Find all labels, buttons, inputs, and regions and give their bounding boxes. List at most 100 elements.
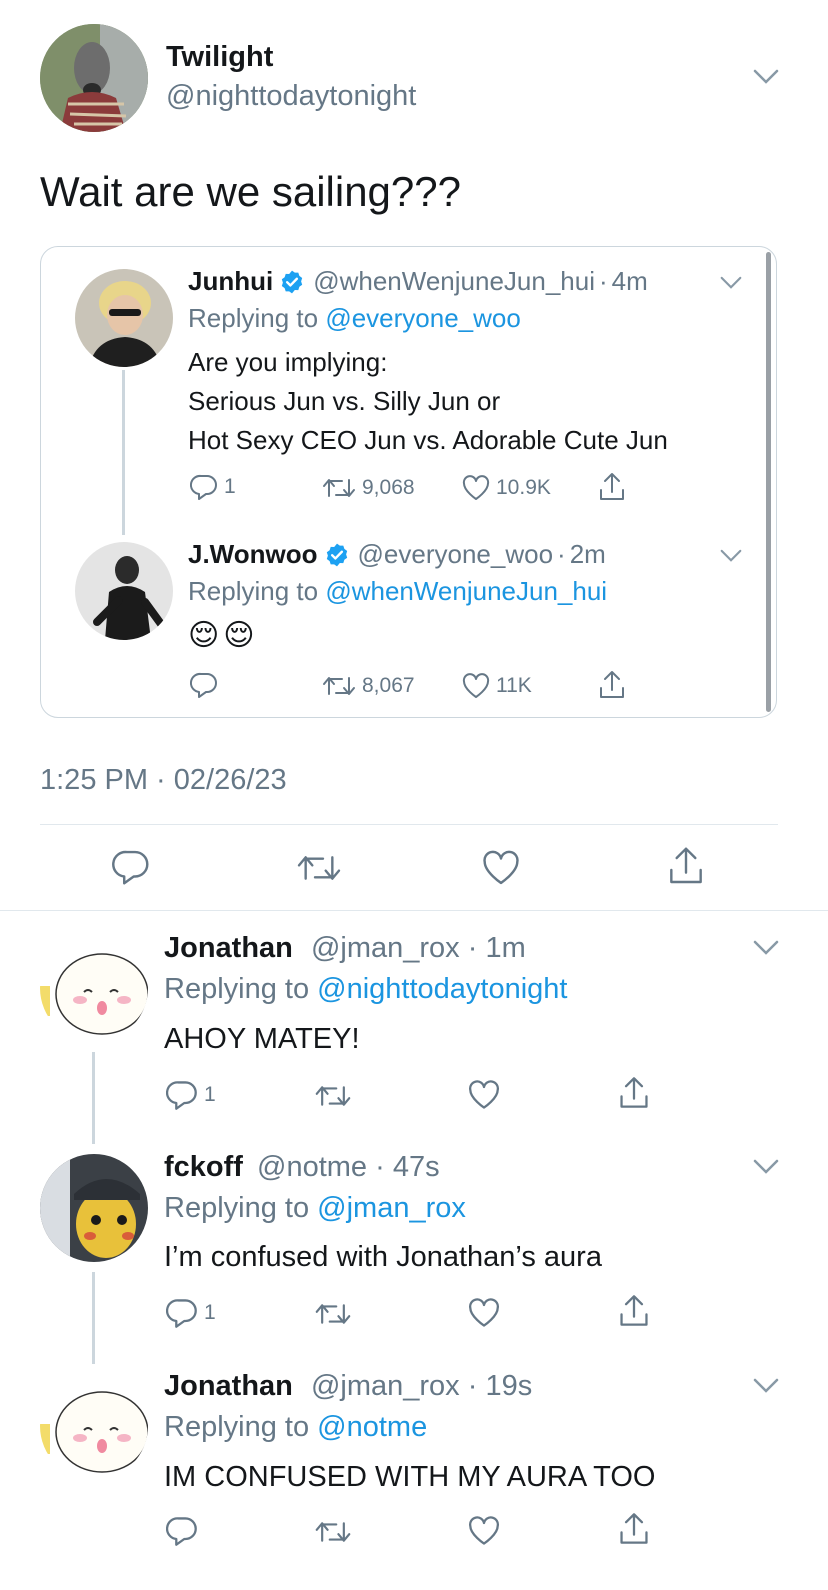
- reply3-handle[interactable]: @jman_rox: [311, 1370, 460, 1402]
- quote-thread-line: [122, 370, 125, 535]
- junhui-text-line-1: Are you implying:: [188, 347, 388, 377]
- chevron-down-icon: [720, 549, 742, 562]
- junhui-share-button[interactable]: [598, 472, 626, 502]
- reply3-retweet-button[interactable]: [314, 1519, 352, 1545]
- share-icon: [670, 847, 702, 884]
- junhui-display-name[interactable]: Junhui: [188, 266, 273, 297]
- reply-icon: [190, 474, 217, 500]
- like-icon: [483, 850, 519, 885]
- reply2-share-button[interactable]: [618, 1294, 650, 1328]
- junhui-retweet-count: 9,068: [362, 476, 415, 499]
- replying-prefix: Replying to: [164, 1411, 310, 1443]
- main-display-name[interactable]: Twilight: [166, 41, 273, 74]
- reply2-retweet-button[interactable]: [314, 1301, 352, 1327]
- junhui-like-button[interactable]: 10.9K: [462, 475, 551, 501]
- reply3-dot: ·: [459, 1370, 486, 1402]
- card-scroll-indicator: [766, 252, 771, 712]
- like-icon: [462, 475, 490, 500]
- replying-prefix: Replying to: [188, 576, 319, 606]
- jwonwoo-more-chevron[interactable]: [720, 549, 746, 565]
- reply3-more-chevron[interactable]: [753, 1378, 779, 1394]
- jwonwoo-dot: ·: [557, 539, 566, 569]
- replying-prefix: Replying to: [164, 1192, 310, 1224]
- jwonwoo-like-button[interactable]: 11K: [462, 673, 532, 699]
- avatar-jonathan-1[interactable]: [40, 934, 148, 1042]
- reply3-display-name[interactable]: Jonathan: [164, 1370, 293, 1402]
- main-like-button[interactable]: [482, 850, 520, 886]
- main-retweet-button[interactable]: [296, 852, 342, 884]
- cartoon-avatar-image: [40, 1372, 148, 1480]
- reply1-retweet-button[interactable]: [314, 1083, 352, 1109]
- junhui-header: Junhui @whenWenjuneJun_hui · 4m: [188, 266, 648, 297]
- share-icon: [600, 671, 624, 698]
- replying-to-link[interactable]: @everyone_woo: [325, 303, 521, 333]
- reply2-display-name[interactable]: fckoff: [164, 1151, 243, 1183]
- replying-prefix: Replying to: [188, 303, 319, 333]
- share-icon: [620, 1513, 648, 1544]
- reply2-time[interactable]: 47s: [393, 1151, 440, 1183]
- reply3-time[interactable]: 19s: [485, 1370, 532, 1402]
- replying-to-link[interactable]: @jman_rox: [317, 1192, 466, 1224]
- retweet-icon: [315, 1522, 351, 1542]
- junhui-retweet-button[interactable]: 9,068: [322, 476, 415, 500]
- chevron-down-icon: [753, 69, 779, 84]
- junhui-handle[interactable]: @whenWenjuneJun_hui: [313, 266, 595, 297]
- reply1-text: AHOY MATEY!: [164, 1023, 360, 1055]
- junhui-text-line-3: Hot Sexy CEO Jun vs. Adorable Cute Jun: [188, 425, 668, 455]
- retweet-icon: [315, 1304, 351, 1324]
- reply-thread-line-1: [92, 1052, 95, 1144]
- junhui-more-chevron[interactable]: [720, 276, 746, 292]
- reply3-like-button[interactable]: [468, 1516, 500, 1546]
- jwonwoo-share-button[interactable]: [598, 670, 626, 700]
- reply1-share-button[interactable]: [618, 1076, 650, 1110]
- main-more-chevron[interactable]: [753, 69, 779, 85]
- reply1-reply-button[interactable]: 1: [166, 1080, 216, 1110]
- avatar-jwonwoo[interactable]: [75, 542, 173, 640]
- replying-to-link[interactable]: @whenWenjuneJun_hui: [325, 576, 607, 606]
- reply3-reply-button[interactable]: [166, 1516, 204, 1546]
- chevron-down-icon: [753, 1378, 779, 1393]
- jwonwoo-handle[interactable]: @everyone_woo: [358, 539, 554, 570]
- junhui-reply-button[interactable]: 1: [190, 474, 236, 500]
- main-reply-button[interactable]: [112, 849, 150, 885]
- avatar-junhui[interactable]: [75, 269, 173, 367]
- reply1-time[interactable]: 1m: [485, 932, 525, 964]
- reply1-header: Jonathan @jman_rox · 1m: [164, 932, 526, 965]
- jwonwoo-display-name[interactable]: J.Wonwoo: [188, 539, 318, 570]
- retweet-icon: [323, 677, 355, 695]
- avatar-fckoff[interactable]: [40, 1154, 148, 1262]
- verified-badge-icon: [282, 270, 303, 293]
- reply1-dot: ·: [459, 932, 486, 964]
- avatar-jonathan-2[interactable]: [40, 1372, 148, 1480]
- reply1-like-button[interactable]: [468, 1080, 500, 1110]
- jwonwoo-retweet-button[interactable]: 8,067: [322, 674, 415, 698]
- reply3-share-button[interactable]: [618, 1512, 650, 1546]
- reply1-more-chevron[interactable]: [753, 940, 779, 956]
- replying-prefix: Replying to: [164, 973, 310, 1005]
- chevron-down-icon: [720, 276, 742, 289]
- main-handle[interactable]: @nighttodaytonight: [166, 80, 416, 113]
- junhui-text-line-2: Serious Jun vs. Silly Jun or: [188, 386, 501, 416]
- reply1-display-name[interactable]: Jonathan: [164, 932, 293, 964]
- reply-icon: [166, 1517, 197, 1546]
- replying-to-link[interactable]: @notme: [317, 1411, 427, 1443]
- junhui-dot: ·: [599, 266, 608, 296]
- jwonwoo-time[interactable]: 2m: [570, 539, 606, 570]
- reply-icon: [166, 1299, 197, 1328]
- jwonwoo-reply-button[interactable]: [190, 672, 224, 698]
- reply1-handle[interactable]: @jman_rox: [311, 932, 460, 964]
- main-share-button[interactable]: [667, 846, 705, 886]
- reply2-more-chevron[interactable]: [753, 1159, 779, 1175]
- reply2-handle[interactable]: @notme: [257, 1151, 367, 1183]
- reply2-replying-to: Replying to @jman_rox: [164, 1192, 466, 1225]
- reply2-like-button[interactable]: [468, 1298, 500, 1328]
- replying-to-link[interactable]: @nighttodaytonight: [317, 973, 567, 1005]
- reply-thread-line-2: [92, 1272, 95, 1364]
- junhui-time[interactable]: 4m: [612, 266, 648, 297]
- avatar-twilight[interactable]: [40, 24, 148, 132]
- jwonwoo-retweet-count: 8,067: [362, 674, 415, 697]
- reply2-reply-button[interactable]: 1: [166, 1298, 216, 1328]
- chevron-down-icon: [753, 940, 779, 955]
- like-icon: [462, 673, 490, 698]
- main-timestamp: 1:25 PM · 02/26/23: [40, 764, 287, 796]
